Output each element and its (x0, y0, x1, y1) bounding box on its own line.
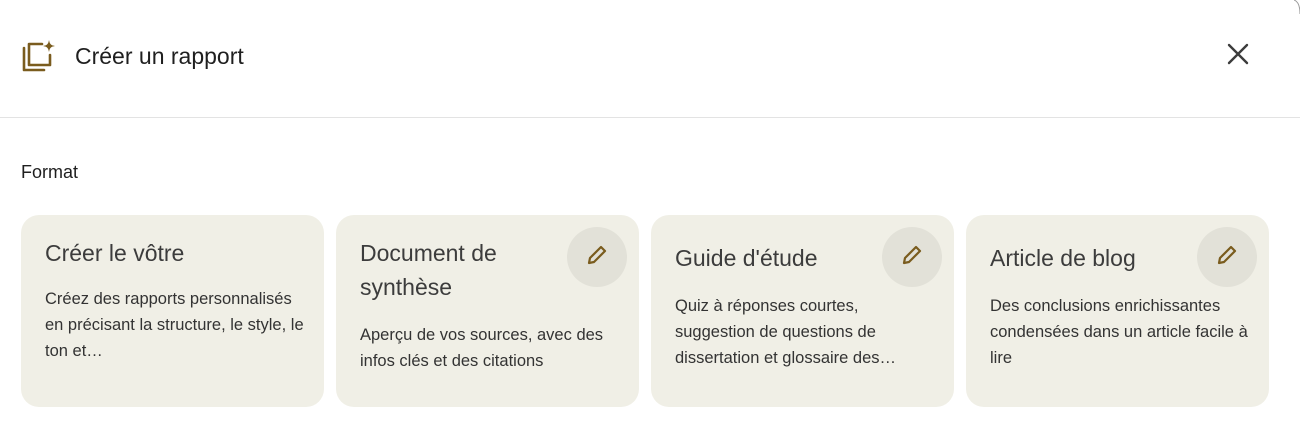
format-card-blog-post[interactable]: Article de blog Des conclusions enrichis… (966, 215, 1269, 407)
report-sparkle-icon (22, 40, 56, 74)
card-title: Article de blog (990, 245, 1136, 271)
pencil-icon (1215, 243, 1239, 272)
card-description: Aperçu de vos sources, avec des infos cl… (360, 326, 604, 370)
edit-button[interactable] (567, 227, 627, 287)
edit-button[interactable] (1197, 227, 1257, 287)
dialog-title: Créer un rapport (75, 43, 244, 69)
close-button[interactable] (1218, 36, 1258, 76)
format-section-label: Format (21, 162, 79, 182)
card-description: Quiz à réponses courtes, suggestion de q… (675, 297, 897, 367)
card-description: Créez des rapports personnalisés en préc… (45, 290, 304, 360)
format-card-create-your-own[interactable]: Créer le vôtre Créez des rapports person… (21, 215, 324, 407)
pencil-icon (585, 243, 609, 272)
format-card-briefing-doc[interactable]: Document de synthèse Aperçu de vos sourc… (336, 215, 639, 407)
pencil-icon (900, 243, 924, 272)
window-corner (1293, 0, 1300, 15)
card-description: Des conclusions enrichissantes condensée… (990, 297, 1248, 367)
card-title: Document de synthèse (360, 240, 497, 300)
close-icon (1227, 43, 1249, 70)
card-title: Créer le vôtre (45, 240, 185, 266)
format-cards: Créer le vôtre Créez des rapports person… (21, 215, 1269, 407)
format-card-study-guide[interactable]: Guide d'étude Quiz à réponses courtes, s… (651, 215, 954, 407)
dialog-header: Créer un rapport (0, 0, 1300, 118)
card-title: Guide d'étude (675, 245, 818, 271)
edit-button[interactable] (882, 227, 942, 287)
